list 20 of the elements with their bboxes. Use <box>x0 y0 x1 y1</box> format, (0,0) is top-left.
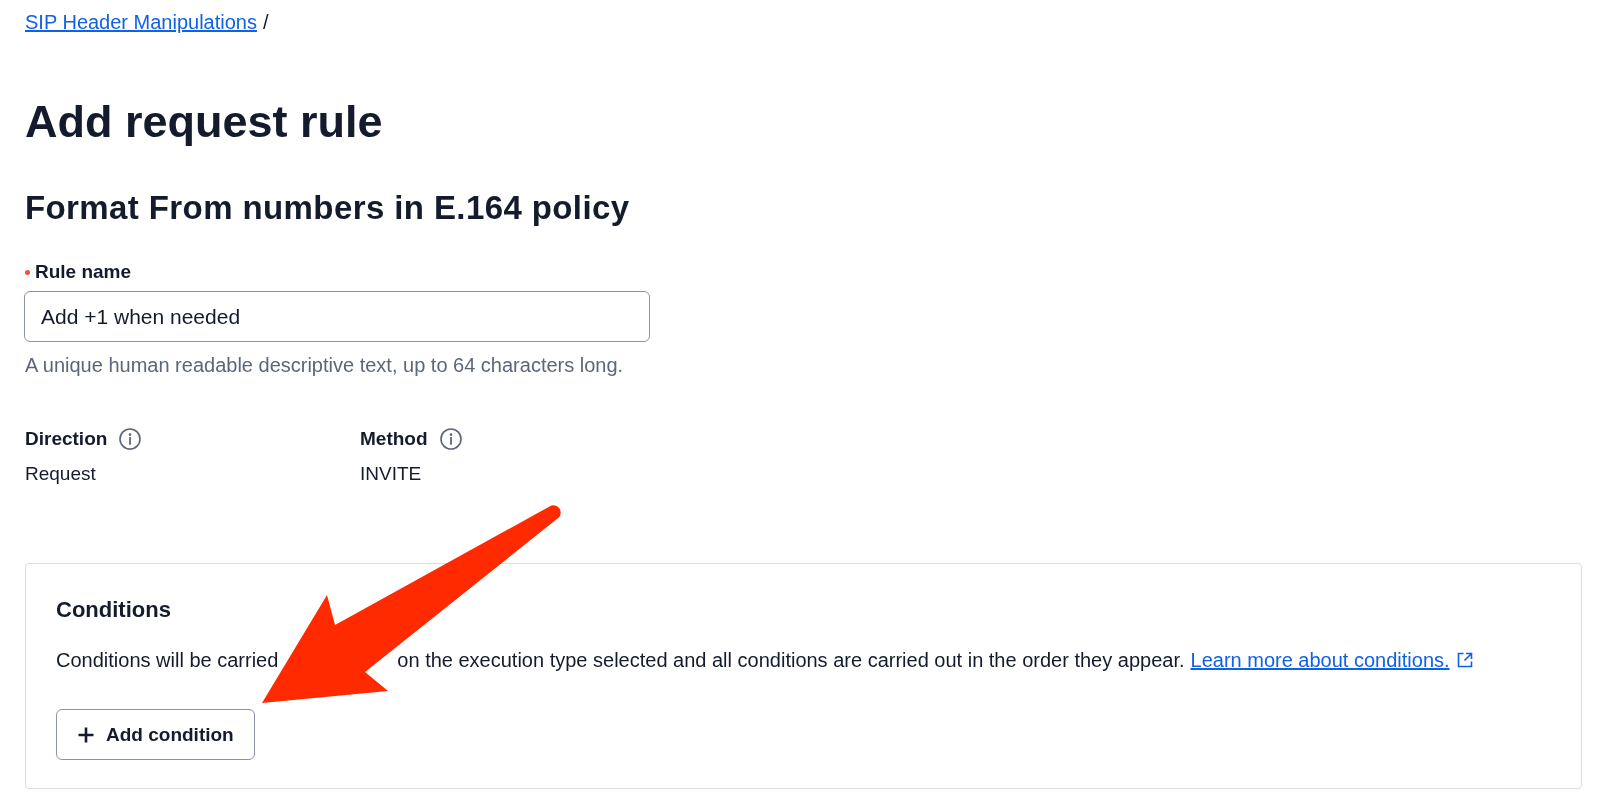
policy-title: Format From numbers in E.164 policy <box>25 188 630 228</box>
plus-icon <box>78 726 94 743</box>
property-label: Method <box>360 427 428 451</box>
property-label: Direction <box>25 427 108 451</box>
rule-name-field[interactable]: Add +1 when needed <box>24 291 650 342</box>
property-value: Request <box>25 462 96 486</box>
property-value: INVITE <box>360 462 422 486</box>
breadcrumb-separator: / <box>263 10 269 34</box>
breadcrumb-link[interactable]: SIP Header Manipulations <box>25 10 257 34</box>
learn-more-link[interactable]: Learn more about conditions. <box>1190 648 1473 672</box>
page-title: Add request rule <box>25 95 383 149</box>
add-condition-button[interactable]: Add condition <box>56 709 255 760</box>
section-heading: Conditions <box>56 598 171 622</box>
external-link-icon <box>1456 652 1473 668</box>
description-text: Conditions will be carried <box>56 648 279 672</box>
info-icon[interactable] <box>119 428 142 450</box>
field-label: Rule name <box>35 260 132 284</box>
field-hint: A unique human readable descriptive text, up to 64 characters long. <box>25 353 624 377</box>
info-icon[interactable] <box>439 428 462 450</box>
description-text: on the execution type selected and all conditions are carried out in the order they appear. <box>397 648 1185 672</box>
